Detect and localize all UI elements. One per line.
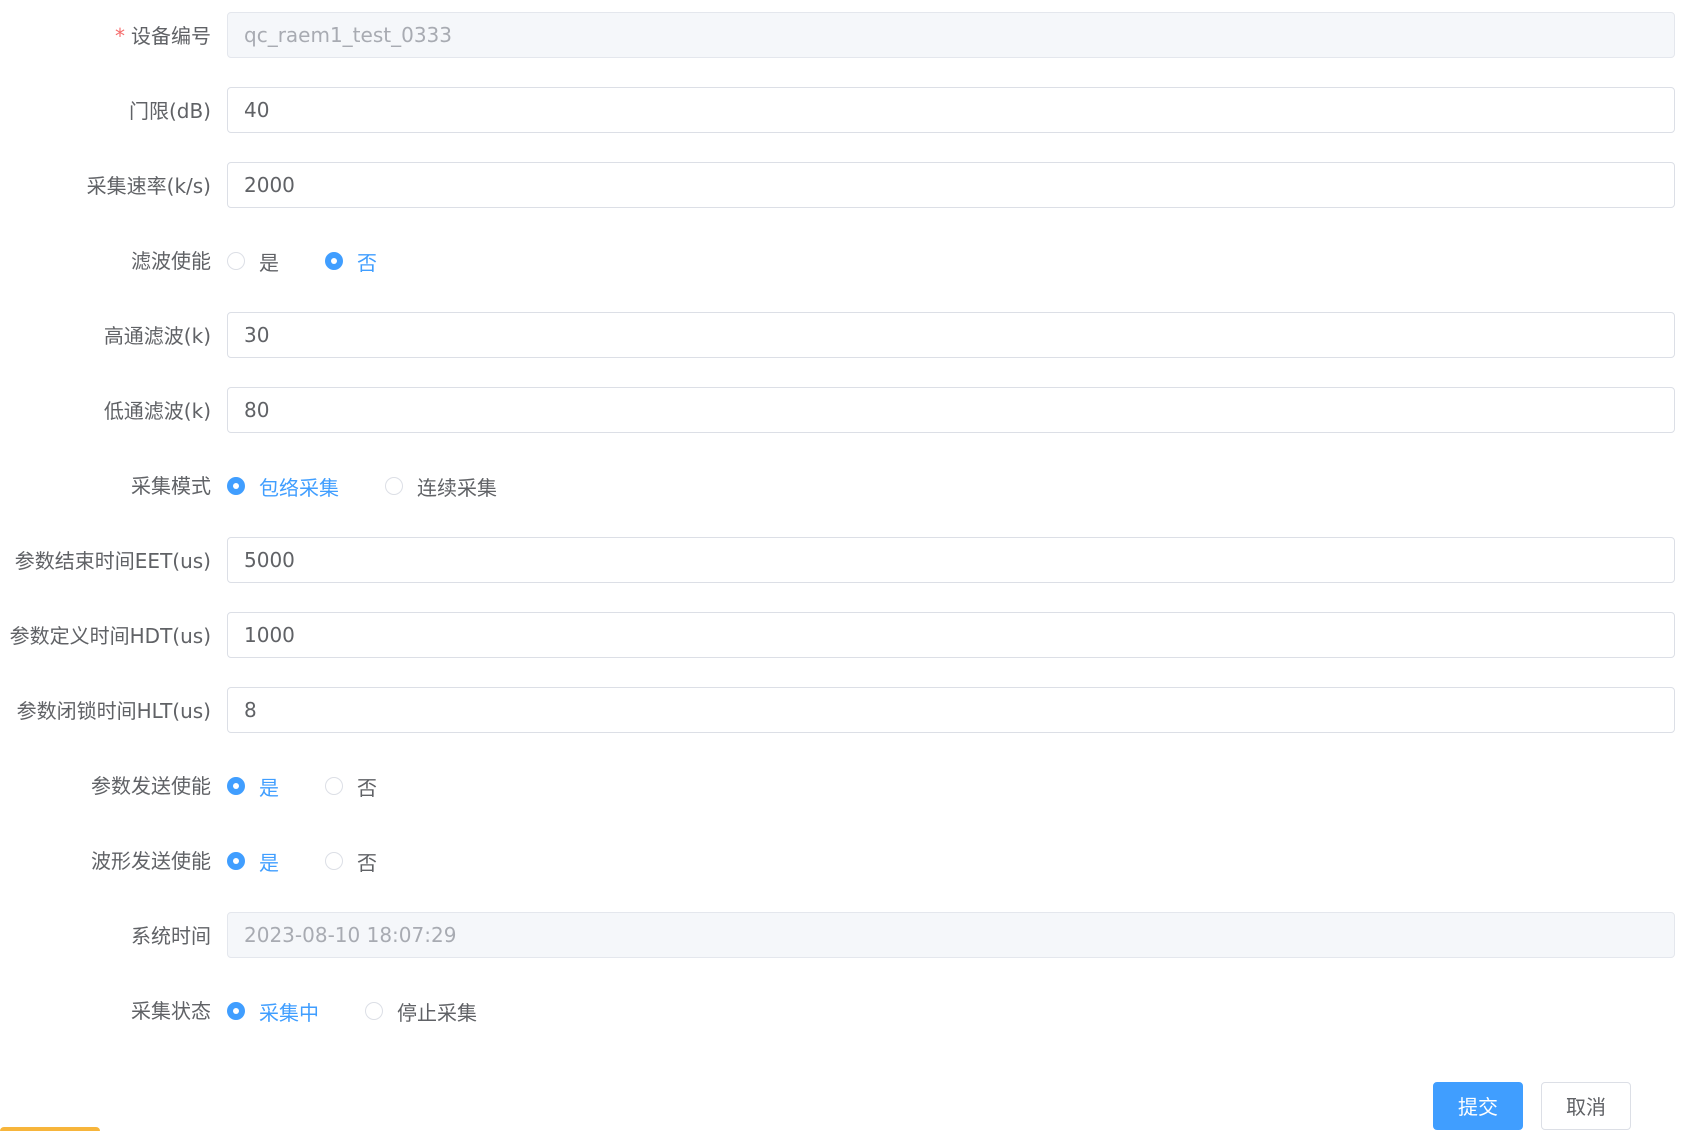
row-sample-rate: 采集速率(k/s) xyxy=(0,162,1683,210)
row-high-pass: 高通滤波(k) xyxy=(0,312,1683,360)
hdt-input[interactable] xyxy=(227,612,1675,658)
row-device-id: * 设备编号 xyxy=(0,12,1683,60)
label-hlt: 参数闭锁时间HLT(us) xyxy=(16,699,211,723)
label-device-id-text: 设备编号 xyxy=(131,24,211,48)
acquire-mode-radio-group: 包络采集 连续采集 xyxy=(227,462,543,510)
radio-circle xyxy=(227,777,245,795)
label-eet: 参数结束时间EET(us) xyxy=(14,549,211,573)
radio-circle xyxy=(325,777,343,795)
radio-label: 是 xyxy=(259,250,279,275)
row-acquire-mode: 采集模式 包络采集 连续采集 xyxy=(0,462,1683,510)
acquire-status-radio-running[interactable]: 采集中 xyxy=(227,987,319,1035)
wave-send-radio-yes[interactable]: 是 xyxy=(227,837,279,885)
label-sample-rate: 采集速率(k/s) xyxy=(86,174,211,198)
wave-send-radio-no[interactable]: 否 xyxy=(325,837,377,885)
sample-rate-input[interactable] xyxy=(227,162,1675,208)
radio-label: 包络采集 xyxy=(259,475,339,500)
submit-button[interactable]: 提交 xyxy=(1433,1082,1523,1130)
label-low-pass: 低通滤波(k) xyxy=(103,399,211,423)
radio-label: 是 xyxy=(259,850,279,875)
radio-circle xyxy=(385,477,403,495)
radio-circle xyxy=(227,252,245,270)
row-low-pass: 低通滤波(k) xyxy=(0,387,1683,435)
required-mark: * xyxy=(115,24,125,48)
row-hlt: 参数闭锁时间HLT(us) xyxy=(0,687,1683,735)
radio-label: 采集中 xyxy=(259,1000,319,1025)
radio-label: 是 xyxy=(259,775,279,800)
radio-circle xyxy=(227,1002,245,1020)
label-param-send: 参数发送使能 xyxy=(91,774,211,798)
radio-circle xyxy=(325,852,343,870)
hlt-input[interactable] xyxy=(227,687,1675,733)
acquire-status-radio-group: 采集中 停止采集 xyxy=(227,987,523,1035)
label-wave-send: 波形发送使能 xyxy=(91,849,211,873)
filter-enable-radio-yes[interactable]: 是 xyxy=(227,237,279,285)
label-hdt: 参数定义时间HDT(us) xyxy=(9,624,211,648)
row-system-time: 系统时间 xyxy=(0,912,1683,960)
low-pass-input[interactable] xyxy=(227,387,1675,433)
param-send-radio-yes[interactable]: 是 xyxy=(227,762,279,810)
row-filter-enable: 滤波使能 是 否 xyxy=(0,237,1683,285)
label-threshold: 门限(dB) xyxy=(128,99,211,123)
filter-enable-radio-no[interactable]: 否 xyxy=(325,237,377,285)
radio-circle xyxy=(227,852,245,870)
acquire-mode-radio-envelope[interactable]: 包络采集 xyxy=(227,462,339,510)
radio-circle xyxy=(325,252,343,270)
system-time-input[interactable] xyxy=(227,912,1675,958)
radio-circle xyxy=(365,1002,383,1020)
corner-accent-bar xyxy=(0,1127,100,1131)
acquire-status-radio-stopped[interactable]: 停止采集 xyxy=(365,987,477,1035)
param-send-radio-no[interactable]: 否 xyxy=(325,762,377,810)
row-acquire-status: 采集状态 采集中 停止采集 xyxy=(0,987,1683,1035)
radio-label: 否 xyxy=(357,850,377,875)
label-high-pass: 高通滤波(k) xyxy=(103,324,211,348)
wave-send-radio-group: 是 否 xyxy=(227,837,423,885)
label-device-id: * 设备编号 xyxy=(115,12,211,60)
high-pass-input[interactable] xyxy=(227,312,1675,358)
row-threshold: 门限(dB) xyxy=(0,87,1683,135)
row-param-send: 参数发送使能 是 否 xyxy=(0,762,1683,810)
device-id-input[interactable] xyxy=(227,12,1675,58)
label-system-time: 系统时间 xyxy=(131,924,211,948)
radio-label: 连续采集 xyxy=(417,475,497,500)
radio-label: 否 xyxy=(357,775,377,800)
param-send-radio-group: 是 否 xyxy=(227,762,423,810)
row-wave-send: 波形发送使能 是 否 xyxy=(0,837,1683,885)
row-eet: 参数结束时间EET(us) xyxy=(0,537,1683,585)
radio-circle xyxy=(227,477,245,495)
radio-label: 否 xyxy=(357,250,377,275)
label-acquire-status: 采集状态 xyxy=(131,999,211,1023)
radio-label: 停止采集 xyxy=(397,1000,477,1025)
label-acquire-mode: 采集模式 xyxy=(131,474,211,498)
acquire-mode-radio-continuous[interactable]: 连续采集 xyxy=(385,462,497,510)
eet-input[interactable] xyxy=(227,537,1675,583)
label-filter-enable: 滤波使能 xyxy=(131,249,211,273)
filter-enable-radio-group: 是 否 xyxy=(227,237,423,285)
cancel-button[interactable]: 取消 xyxy=(1541,1082,1631,1130)
threshold-input[interactable] xyxy=(227,87,1675,133)
row-hdt: 参数定义时间HDT(us) xyxy=(0,612,1683,660)
